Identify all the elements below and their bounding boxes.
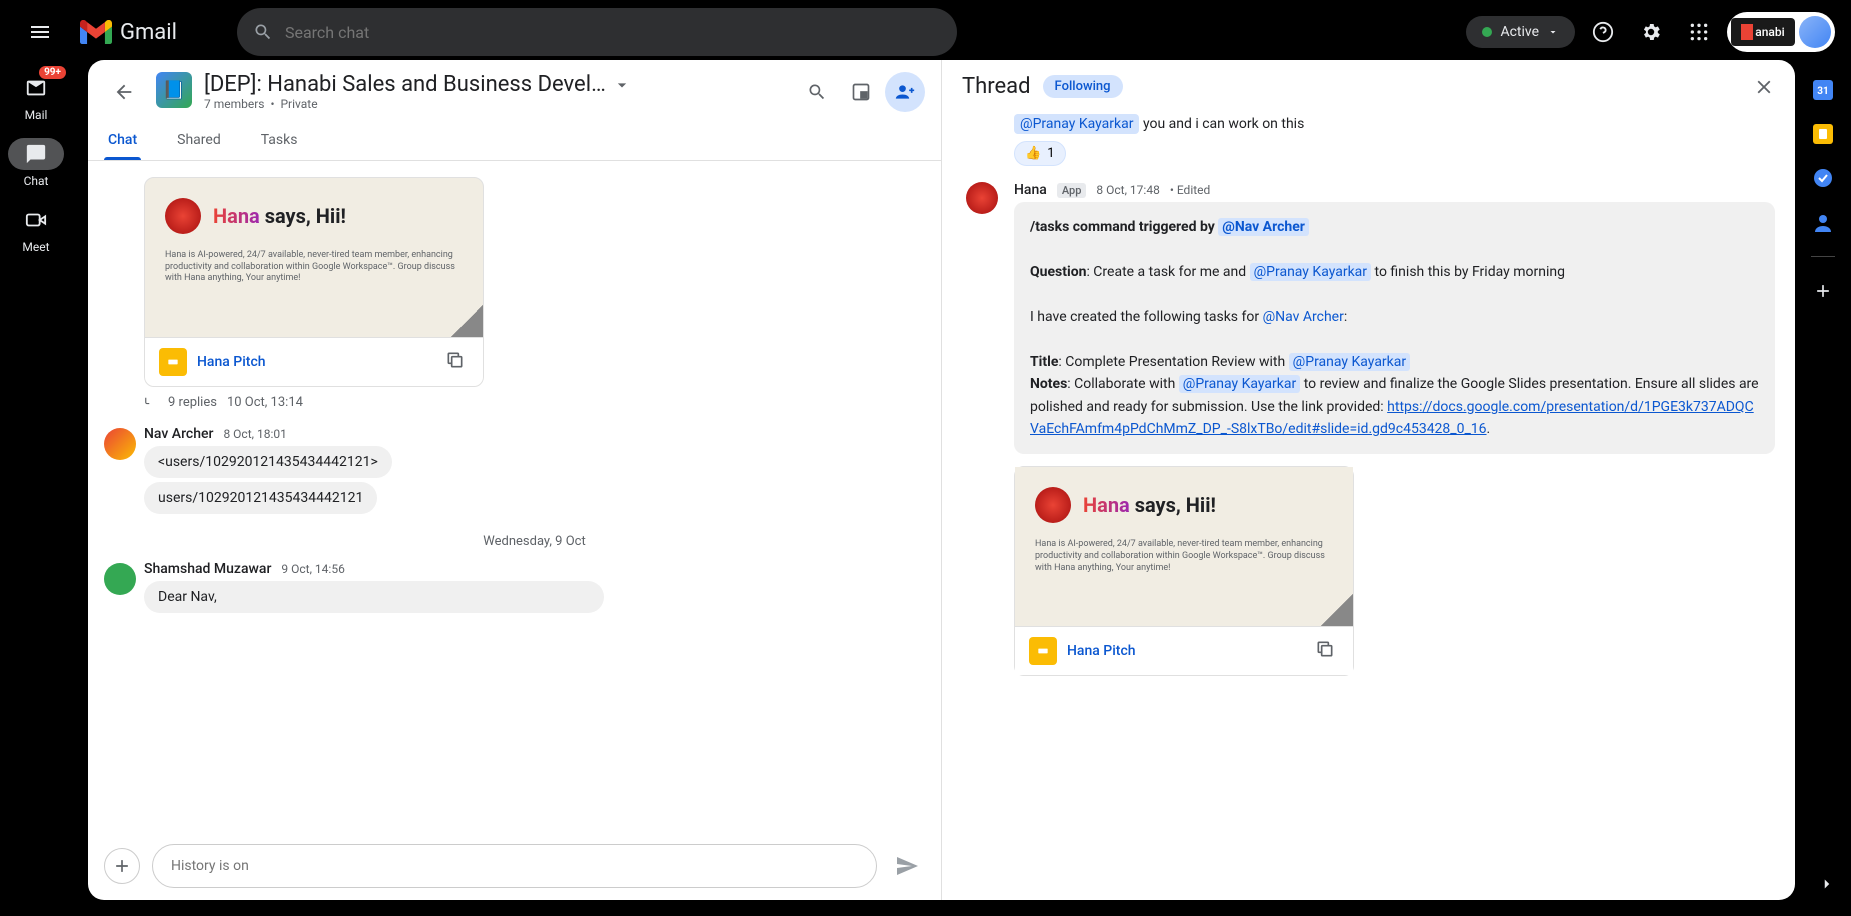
sender-name: Nav Archer xyxy=(144,426,213,442)
calendar-addon[interactable]: 31 xyxy=(1813,80,1833,100)
sender-name: Hana xyxy=(1014,182,1047,198)
date-separator: Wednesday, 9 Oct xyxy=(144,534,925,549)
message-time: 8 Oct, 18:01 xyxy=(223,427,286,441)
card-corner xyxy=(1015,594,1353,626)
nav-mail-label: Mail xyxy=(25,108,48,122)
hana-pitch-card[interactable]: Hana says, Hii! Hana is AI-powered, 24/7… xyxy=(1014,466,1354,676)
nav-meet-label: Meet xyxy=(22,240,49,254)
send-button[interactable] xyxy=(889,848,925,884)
svg-text:31: 31 xyxy=(1817,86,1828,97)
chat-icon xyxy=(25,143,47,165)
meet-icon xyxy=(25,209,47,231)
slides-icon xyxy=(159,348,187,376)
close-thread-button[interactable] xyxy=(1753,76,1775,98)
message-time: 8 Oct, 17:48 xyxy=(1096,183,1159,197)
hana-card-description: Hana is AI-powered, 24/7 available, neve… xyxy=(165,250,463,285)
replies-summary[interactable]: 9 replies 10 Oct, 13:14 xyxy=(144,395,925,410)
message-time: 9 Oct, 14:56 xyxy=(281,562,344,576)
keep-addon[interactable] xyxy=(1813,124,1833,144)
chevron-down-icon xyxy=(1547,26,1559,38)
thread-title: Thread xyxy=(962,74,1031,99)
message-bubble: <users/102920121435434442121> xyxy=(144,446,392,478)
shamshad-avatar xyxy=(104,563,136,595)
hana-pitch-link[interactable]: Hana Pitch xyxy=(1067,643,1305,659)
room-meta: 7 members • Private xyxy=(204,97,785,111)
gmail-logo[interactable]: Gmail xyxy=(80,20,177,45)
contacts-addon[interactable] xyxy=(1813,212,1833,232)
search-icon xyxy=(253,22,273,42)
nav-mail[interactable]: 99+ Mail xyxy=(8,72,64,122)
back-button[interactable] xyxy=(104,72,144,112)
nav-meet[interactable]: Meet xyxy=(8,204,64,254)
mail-icon xyxy=(25,77,47,99)
status-dot xyxy=(1482,27,1492,37)
hana-avatar xyxy=(966,182,998,214)
message-bubble: users/102920121435434442121 xyxy=(144,482,377,514)
reaction-chip[interactable]: 👍 1 xyxy=(1014,141,1066,166)
side-panel-expand[interactable] xyxy=(1811,868,1843,900)
slides-icon xyxy=(1029,637,1057,665)
hana-card-description: Hana is AI-powered, 24/7 available, neve… xyxy=(1035,539,1333,574)
nav-archer-avatar xyxy=(104,428,136,460)
mention[interactable]: @Nav Archer xyxy=(1218,218,1309,236)
hana-pitch-link[interactable]: Hana Pitch xyxy=(197,354,435,370)
search-input[interactable] xyxy=(285,23,941,42)
side-rail-divider xyxy=(1811,256,1835,257)
nav-chat[interactable]: Chat xyxy=(8,138,64,188)
copy-link-button[interactable] xyxy=(445,350,469,374)
tasks-addon[interactable] xyxy=(1813,168,1833,188)
members-button[interactable] xyxy=(885,72,925,112)
user-avatar xyxy=(1799,16,1831,48)
app-name: Gmail xyxy=(120,20,177,45)
room-title: [DEP]: Hanabi Sales and Business Devel… xyxy=(204,72,606,97)
get-addons[interactable] xyxy=(1813,281,1833,301)
app-badge: App xyxy=(1057,183,1087,198)
thread-message: @Pranay Kayarkar you and i can work on t… xyxy=(1014,113,1775,135)
card-corner xyxy=(145,305,483,337)
nav-chat-label: Chat xyxy=(24,174,49,188)
compose-add-button[interactable] xyxy=(104,848,140,884)
help-button[interactable] xyxy=(1583,12,1623,52)
mention[interactable]: @Pranay Kayarkar xyxy=(1014,114,1139,134)
popout-button[interactable] xyxy=(841,72,881,112)
mention[interactable]: @Nav Archer xyxy=(1263,309,1344,325)
following-chip[interactable]: Following xyxy=(1043,75,1123,98)
message-bubble: Dear Nav, xyxy=(144,581,604,613)
edited-label: • Edited xyxy=(1170,183,1210,197)
hana-task-message: /tasks command triggered by @Nav Archer … xyxy=(1014,202,1775,454)
chevron-down-icon[interactable] xyxy=(612,75,632,95)
tab-shared[interactable]: Shared xyxy=(173,120,225,160)
room-icon: 📘 xyxy=(156,72,192,108)
status-pill[interactable]: Active xyxy=(1466,16,1575,48)
hana-avatar-icon xyxy=(165,198,201,234)
settings-button[interactable] xyxy=(1631,12,1671,52)
org-logo: anabi xyxy=(1731,18,1795,46)
tab-chat[interactable]: Chat xyxy=(104,120,141,160)
mention[interactable]: @Pranay Kayarkar xyxy=(1250,263,1371,281)
room-search-button[interactable] xyxy=(797,72,837,112)
apps-button[interactable] xyxy=(1679,12,1719,52)
account-switcher[interactable]: anabi xyxy=(1727,12,1835,52)
sender-name: Shamshad Muzawar xyxy=(144,561,271,577)
mention[interactable]: @Pranay Kayarkar xyxy=(1179,375,1300,393)
compose-input[interactable] xyxy=(152,844,877,888)
status-label: Active xyxy=(1500,24,1539,40)
menu-button[interactable] xyxy=(16,8,64,56)
hana-pitch-card[interactable]: Hana says, Hii! Hana is AI-powered, 24/7… xyxy=(144,177,484,387)
search-box[interactable] xyxy=(237,8,957,56)
tab-tasks[interactable]: Tasks xyxy=(257,120,302,160)
hana-avatar-icon xyxy=(1035,487,1071,523)
copy-link-button[interactable] xyxy=(1315,639,1339,663)
mail-badge: 99+ xyxy=(39,66,66,79)
mention[interactable]: @Pranay Kayarkar xyxy=(1289,353,1410,371)
